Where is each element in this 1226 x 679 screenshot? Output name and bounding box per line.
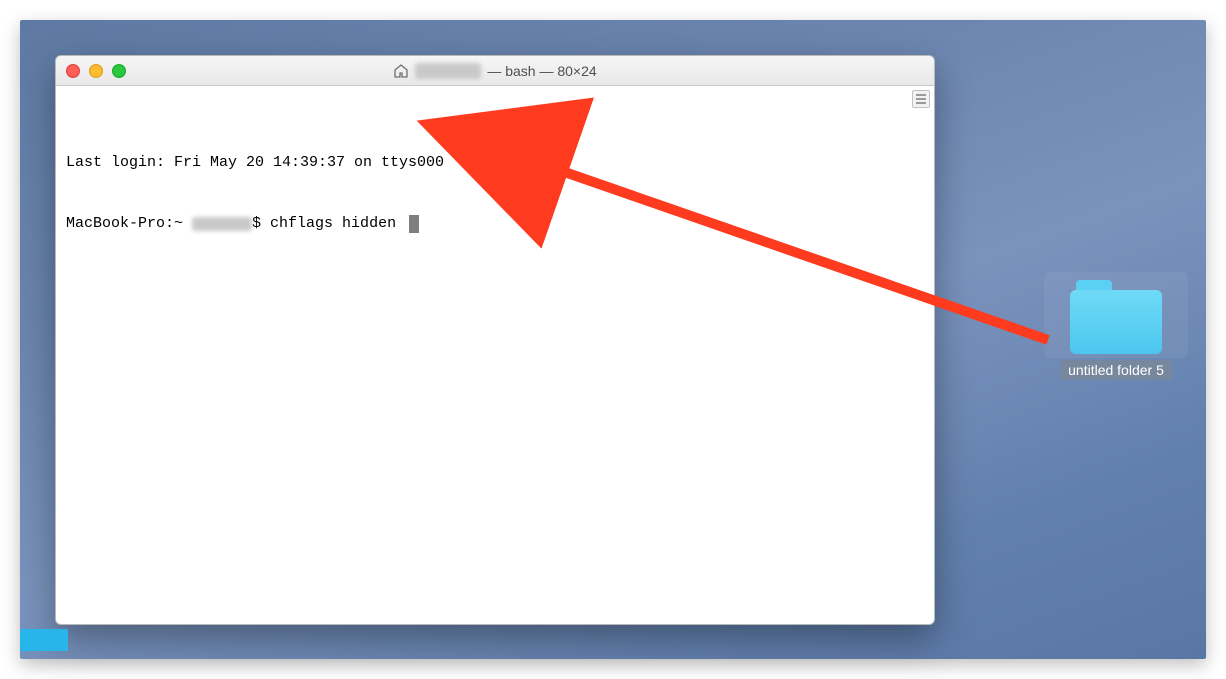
folder-label[interactable]: untitled folder 5 xyxy=(1060,360,1172,380)
prompt-symbol: $ xyxy=(252,214,270,234)
folder-icon[interactable] xyxy=(1070,280,1162,354)
window-controls xyxy=(66,64,126,78)
home-icon xyxy=(393,63,409,79)
last-login-text: Last login: Fri May 20 14:39:37 on ttys0… xyxy=(66,153,444,173)
title-suffix: — bash — 80×24 xyxy=(487,63,596,79)
window-title: — bash — 80×24 xyxy=(393,63,596,79)
last-login-line: Last login: Fri May 20 14:39:37 on ttys0… xyxy=(66,153,924,173)
redacted-username-prompt xyxy=(192,217,252,231)
dock-fragment xyxy=(20,629,68,651)
terminal-body[interactable]: Last login: Fri May 20 14:39:37 on ttys0… xyxy=(56,86,934,624)
zoom-button[interactable] xyxy=(112,64,126,78)
cursor xyxy=(409,215,419,233)
desktop-folder[interactable]: untitled folder 5 xyxy=(1056,280,1176,380)
scrollbar-indicator[interactable] xyxy=(912,90,930,108)
macos-desktop[interactable]: — bash — 80×24 Last login: Fri May 20 14… xyxy=(20,20,1206,659)
minimize-button[interactable] xyxy=(89,64,103,78)
window-titlebar[interactable]: — bash — 80×24 xyxy=(56,56,934,86)
prompt-host: MacBook-Pro:~ xyxy=(66,214,192,234)
prompt-line[interactable]: MacBook-Pro:~ $ chflags hidden xyxy=(66,214,924,234)
redacted-username xyxy=(415,63,481,79)
terminal-window[interactable]: — bash — 80×24 Last login: Fri May 20 14… xyxy=(55,55,935,625)
close-button[interactable] xyxy=(66,64,80,78)
typed-command: chflags hidden xyxy=(270,214,405,234)
